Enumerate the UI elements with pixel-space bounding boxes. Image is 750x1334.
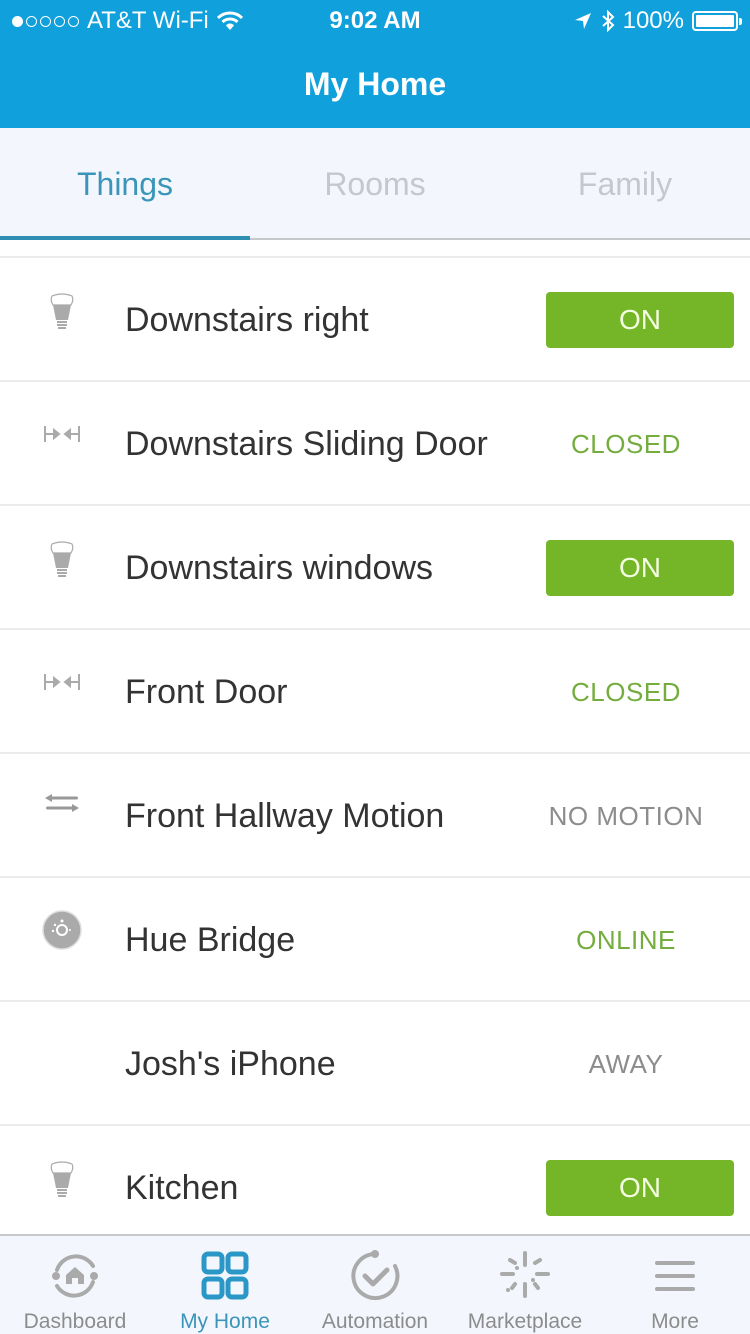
device-name: Josh's iPhone <box>125 1045 336 1083</box>
tab-label: Automation <box>321 1310 429 1333</box>
light-bulb-icon <box>50 541 74 577</box>
on-toggle-button[interactable]: ON <box>546 292 734 348</box>
tab-automation[interactable]: Automation <box>300 1236 450 1334</box>
marketplace-burst-icon <box>500 1251 550 1298</box>
device-name: Downstairs right <box>125 301 369 339</box>
wifi-icon <box>216 11 243 30</box>
device-status: AWAY <box>588 1049 664 1079</box>
bluetooth-icon <box>601 9 615 33</box>
tab-marketplace[interactable]: Marketplace <box>450 1236 600 1334</box>
device-name: Front Hallway Motion <box>125 797 445 835</box>
battery-icon <box>692 11 742 31</box>
device-name: Hue Bridge <box>125 921 296 959</box>
tab-my-home[interactable]: My Home <box>150 1236 300 1334</box>
tab-rooms[interactable]: Rooms <box>250 128 500 238</box>
list-item[interactable]: Downstairs right ON <box>0 258 750 382</box>
device-status: CLOSED <box>571 677 681 707</box>
list-item[interactable]: Front Hallway Motion NO MOTION <box>0 754 750 878</box>
dashboard-home-icon <box>52 1254 98 1298</box>
list-item[interactable]: Downstairs windows ON <box>0 506 750 630</box>
device-status: ONLINE <box>576 925 676 955</box>
segment-tabs: Things Rooms Family <box>0 128 750 240</box>
carrier-label: AT&T Wi-Fi <box>87 7 209 34</box>
on-toggle-button[interactable]: ON <box>546 540 734 596</box>
light-bulb-icon <box>50 293 74 329</box>
tab-family[interactable]: Family <box>500 128 750 238</box>
hamburger-menu-icon <box>655 1261 695 1291</box>
device-list: Downstairs right ON Downstairs Sliding D… <box>0 256 750 1250</box>
device-name: Downstairs Sliding Door <box>125 425 488 463</box>
hue-bridge-icon <box>42 910 82 950</box>
contact-sensor-icon <box>44 426 80 442</box>
list-item[interactable]: Kitchen ON <box>0 1126 750 1250</box>
battery-percent: 100% <box>622 7 684 34</box>
tab-dashboard[interactable]: Dashboard <box>0 1236 150 1334</box>
bottom-tab-bar: Dashboard My Home Automation Marketplace… <box>0 1234 750 1334</box>
device-status: CLOSED <box>571 429 681 459</box>
list-item[interactable]: Downstairs Sliding Door CLOSED <box>0 382 750 506</box>
tab-more[interactable]: More <box>600 1236 750 1334</box>
signal-strength-icon <box>12 15 79 27</box>
device-status: NO MOTION <box>548 801 704 831</box>
list-item[interactable]: Josh's iPhone AWAY <box>0 1002 750 1126</box>
motion-arrows-icon <box>45 794 79 812</box>
tab-label: My Home <box>180 1310 270 1333</box>
top-bar: AT&T Wi-Fi 9:02 AM 100% My Home <box>0 0 750 128</box>
tab-label: Dashboard <box>23 1310 127 1333</box>
list-item[interactable]: Hue Bridge ONLINE <box>0 878 750 1002</box>
device-name: Kitchen <box>125 1169 239 1207</box>
page-title: My Home <box>303 66 447 102</box>
contact-sensor-icon <box>44 674 80 690</box>
grid-icon <box>201 1251 249 1300</box>
on-toggle-button[interactable]: ON <box>546 1160 734 1216</box>
status-bar: AT&T Wi-Fi 9:02 AM 100% <box>0 0 750 40</box>
tab-things[interactable]: Things <box>0 128 250 240</box>
automation-check-icon <box>351 1250 400 1300</box>
location-arrow-icon <box>574 13 591 29</box>
device-name: Front Door <box>125 673 288 711</box>
tab-label: Marketplace <box>467 1310 583 1333</box>
light-bulb-icon <box>50 1161 74 1197</box>
tab-label: More <box>651 1310 699 1333</box>
list-item[interactable]: Front Door CLOSED <box>0 630 750 754</box>
device-name: Downstairs windows <box>125 549 433 587</box>
